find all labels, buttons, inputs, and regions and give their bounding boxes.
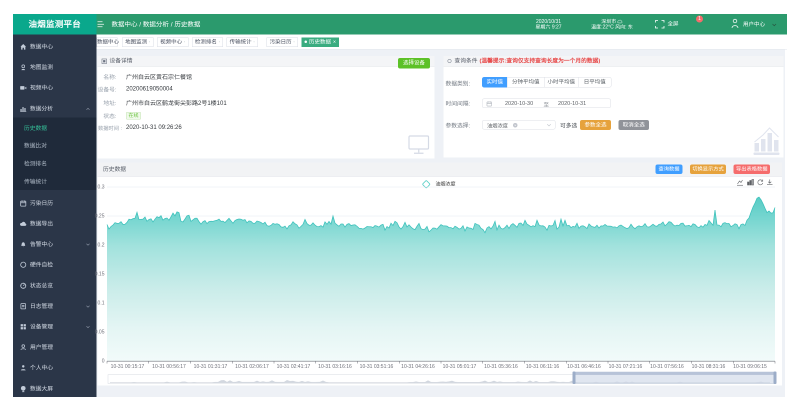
svg-text:10-31 00:15:17: 10-31 00:15:17 — [111, 364, 145, 370]
svg-text:0.2: 0.2 — [98, 243, 105, 249]
svg-text:0.15: 0.15 — [95, 272, 105, 278]
svg-text:10-31 06:46:16: 10-31 06:46:16 — [567, 364, 601, 370]
svg-text:10-31 09:06:15: 10-31 09:06:15 — [733, 364, 767, 370]
svg-text:10-31 02:41:17: 10-31 02:41:17 — [277, 364, 311, 370]
svg-text:10-31 01:31:17: 10-31 01:31:17 — [194, 364, 228, 370]
svg-text:10-31 07:21:16: 10-31 07:21:16 — [609, 364, 643, 370]
svg-text:0.05: 0.05 — [95, 330, 105, 336]
svg-text:10-31 03:51:16: 10-31 03:51:16 — [360, 364, 394, 370]
svg-text:0: 0 — [102, 359, 105, 365]
svg-text:10-31 00:56:17: 10-31 00:56:17 — [152, 364, 186, 370]
svg-text:0.1: 0.1 — [98, 301, 105, 307]
svg-text:10-31 04:26:16: 10-31 04:26:16 — [401, 364, 435, 370]
svg-text:10-31 06:11:16: 10-31 06:11:16 — [526, 364, 559, 370]
svg-text:10-31 03:16:16: 10-31 03:16:16 — [318, 364, 352, 370]
svg-text:10-31 08:31:16: 10-31 08:31:16 — [692, 364, 726, 370]
svg-text:10-31 02:06:17: 10-31 02:06:17 — [235, 364, 269, 370]
svg-text:10-31 07:56:16: 10-31 07:56:16 — [650, 364, 684, 370]
svg-text:0.3: 0.3 — [98, 185, 105, 191]
svg-text:0.25: 0.25 — [95, 214, 105, 220]
svg-text:油烟浓度: 油烟浓度 — [436, 181, 456, 188]
svg-text:10-31 05:36:16: 10-31 05:36:16 — [484, 364, 518, 370]
svg-text:10-31 05:01:17: 10-31 05:01:17 — [443, 364, 477, 370]
